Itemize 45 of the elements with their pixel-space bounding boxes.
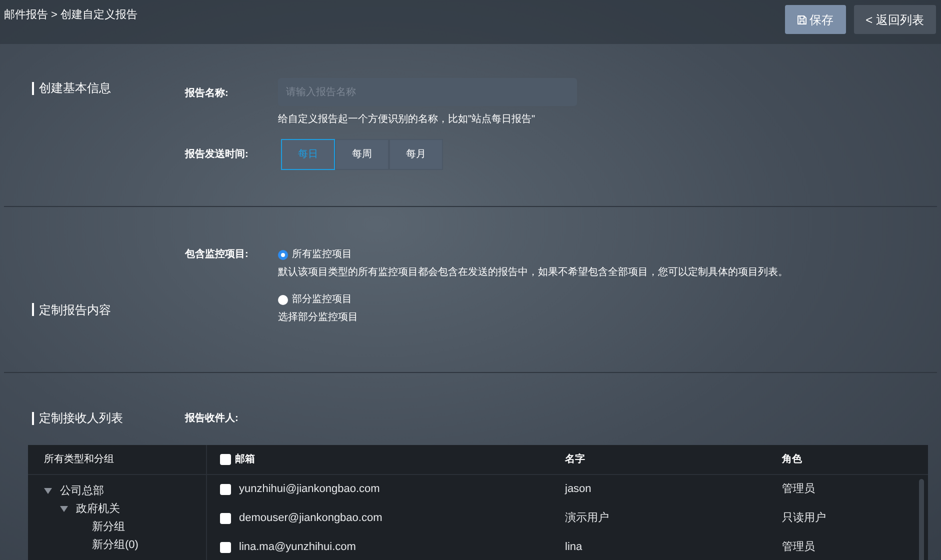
table-cell-text: 管理员 bbox=[782, 540, 815, 556]
tree-item[interactable]: 新分组(0) bbox=[92, 536, 138, 554]
accent-bar bbox=[32, 412, 34, 424]
accent-bar bbox=[32, 82, 34, 94]
accent-bar bbox=[32, 303, 34, 316]
column-header: 所有类型和分组 bbox=[44, 452, 114, 467]
radio-label: 部分监控项目 bbox=[292, 292, 352, 307]
caret-icon[interactable] bbox=[44, 488, 52, 494]
table-cell-text: jason bbox=[565, 482, 592, 498]
tree-item[interactable]: 公司总部 bbox=[60, 482, 104, 500]
section-heading: 定制报告内容 bbox=[39, 302, 111, 318]
save-icon bbox=[796, 14, 807, 24]
table-cell-text: demouser@jiankongbao.com bbox=[239, 511, 382, 526]
option-description: 选择部分监控项目 bbox=[278, 310, 359, 325]
table-cell-text: 演示用户 bbox=[565, 510, 610, 526]
column-header: 角色 bbox=[782, 452, 802, 467]
checkbox[interactable] bbox=[220, 454, 231, 465]
radio-button[interactable] bbox=[278, 294, 288, 304]
tree-item[interactable]: 政府机关 bbox=[76, 500, 120, 518]
table-cell-text: lina.ma@yunzhihui.com bbox=[239, 540, 356, 556]
field-label: 包含监控项目: bbox=[185, 248, 250, 262]
help-text: 给自定义报告起一个方便识别的名称，比如"站点每日报告" bbox=[278, 112, 536, 127]
radio-label: 所有监控项目 bbox=[292, 248, 352, 262]
checkbox[interactable] bbox=[220, 484, 231, 495]
table-cell-text: 管理员 bbox=[782, 482, 815, 498]
frequency-option[interactable]: 每月 bbox=[389, 139, 443, 170]
checkbox[interactable] bbox=[220, 513, 231, 524]
field-label: 报告收件人: bbox=[185, 412, 238, 426]
table-cell-text: lina bbox=[565, 540, 584, 556]
back-button[interactable]: < 返回列表 bbox=[854, 5, 936, 34]
column-header: 邮箱 bbox=[235, 452, 255, 467]
column-header: 名字 bbox=[565, 452, 586, 467]
table-cell-text: 只读用户 bbox=[782, 510, 826, 526]
checkbox[interactable] bbox=[220, 542, 231, 553]
caret-icon[interactable] bbox=[60, 506, 68, 512]
breadcrumb: 邮件报告 > 创建自定义报告 bbox=[4, 8, 138, 23]
section-heading: 定制接收人列表 bbox=[39, 410, 123, 427]
tree-item[interactable]: 新分组 bbox=[92, 518, 125, 536]
field-label: 报告名称: bbox=[185, 86, 230, 101]
field-label: 报告发送时间: bbox=[185, 148, 250, 162]
table-cell-text: yunzhihui@jiankongbao.com bbox=[239, 482, 380, 498]
section-heading: 创建基本信息 bbox=[39, 80, 111, 97]
option-description: 默认该项目类型的所有监控项目都会包含在发送的报告中，如果不希望包含全部项目，您可以定制具体的项目列表。 bbox=[278, 266, 788, 280]
frequency-option[interactable]: 每周 bbox=[335, 139, 389, 170]
radio-button[interactable] bbox=[278, 250, 288, 260]
